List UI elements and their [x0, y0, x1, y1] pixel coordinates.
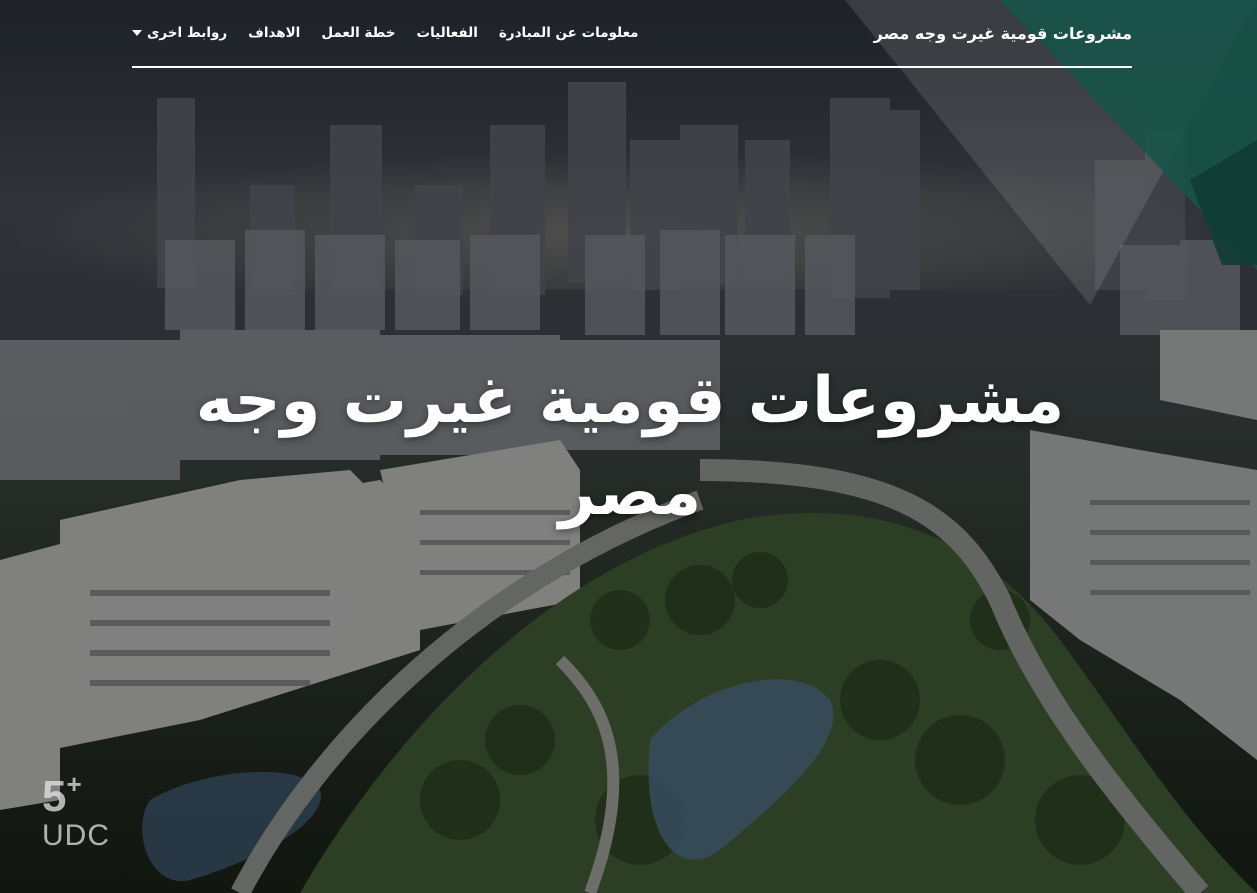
top-navbar: مشروعات قومية غيرت وجه مصر معلومات عن ال…	[132, 0, 1132, 68]
nav-item-about[interactable]: معلومات عن المبادرة	[499, 25, 639, 41]
nav-item-events[interactable]: الفعاليات	[417, 25, 478, 41]
watermark-plus: +	[66, 769, 82, 799]
nav-item-action-plan[interactable]: خطة العمل	[321, 25, 395, 41]
hero-headline: مشروعات قومية غيرت وجه مصر	[195, 364, 1065, 530]
caret-down-icon	[132, 30, 142, 36]
watermark-text: UDC	[42, 819, 110, 852]
nav-links: معلومات عن المبادرة الفعاليات خطة العمل …	[132, 25, 639, 41]
udc-watermark-logo: 5+ UDC	[42, 771, 110, 852]
nav-item-other-links-dropdown[interactable]: روابط اخرى	[132, 25, 227, 41]
hero-section: مشروعات قومية غيرت وجه مصر معلومات عن ال…	[0, 0, 1257, 893]
brand-title-link[interactable]: مشروعات قومية غيرت وجه مصر	[874, 24, 1132, 43]
nav-item-goals[interactable]: الاهداف	[248, 25, 300, 41]
watermark-number: 5	[42, 772, 67, 821]
nav-item-other-links-label: روابط اخرى	[147, 25, 228, 41]
